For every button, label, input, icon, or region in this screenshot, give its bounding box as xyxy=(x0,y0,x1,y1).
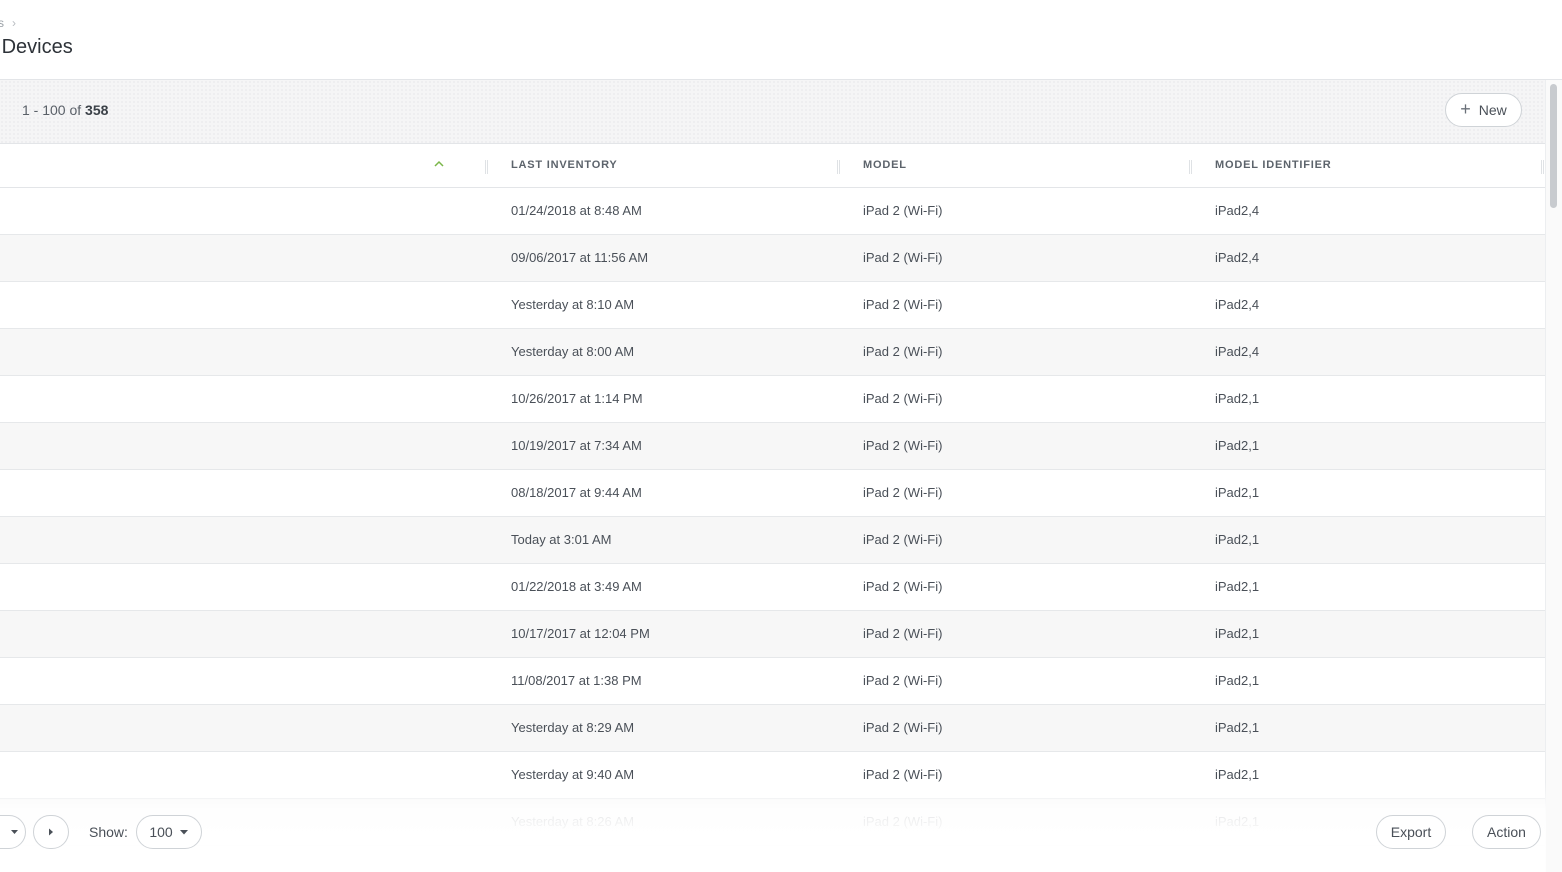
column-header-last-inventory[interactable]: LAST INVENTORY xyxy=(511,144,618,187)
model-identifier-cell: iPad2,1 xyxy=(1215,626,1260,641)
model-identifier-cell: iPad2,1 xyxy=(1215,438,1260,453)
model-identifier-cell: iPad2,1 xyxy=(1215,391,1260,406)
vertical-scrollbar[interactable] xyxy=(1545,80,1562,872)
table-row[interactable]: 10/26/2017 at 1:14 PM iPad 2 (Wi-Fi) iPa… xyxy=(0,376,1546,423)
table-body: 01/24/2018 at 8:48 AM iPad 2 (Wi-Fi) iPa… xyxy=(0,188,1546,846)
breadcrumb-item[interactable]: s xyxy=(0,16,4,30)
table-row[interactable]: 01/24/2018 at 8:48 AM iPad 2 (Wi-Fi) iPa… xyxy=(0,188,1546,235)
last-inventory-cell: Yesterday at 8:29 AM xyxy=(511,720,635,735)
model-cell: iPad 2 (Wi-Fi) xyxy=(863,720,943,735)
model-cell: iPad 2 (Wi-Fi) xyxy=(863,485,943,500)
last-inventory-cell: 09/06/2017 at 11:56 AM xyxy=(511,250,649,265)
caret-down-icon xyxy=(179,830,188,835)
table-header: LAST INVENTORY MODEL MODEL IDENTIFIER xyxy=(0,144,1546,188)
model-cell: iPad 2 (Wi-Fi) xyxy=(863,250,943,265)
scrollbar-thumb[interactable] xyxy=(1550,84,1557,208)
table-row[interactable]: 09/06/2017 at 11:56 AM iPad 2 (Wi-Fi) iP… xyxy=(0,235,1546,282)
column-header-model[interactable]: MODEL xyxy=(863,144,907,187)
column-resize-handle[interactable] xyxy=(485,160,488,174)
model-cell: iPad 2 (Wi-Fi) xyxy=(863,579,943,594)
page-header: s› ile Devices xyxy=(0,0,1562,80)
result-range: 1 - 100 of xyxy=(22,102,86,118)
page-size-value: 100 xyxy=(149,824,173,840)
model-cell: iPad 2 (Wi-Fi) xyxy=(863,297,943,312)
result-count: 1 - 100 of 358 xyxy=(22,102,108,118)
model-cell: iPad 2 (Wi-Fi) xyxy=(863,344,943,359)
show-label: Show: xyxy=(89,824,128,840)
model-identifier-cell: iPad2,1 xyxy=(1215,579,1260,594)
column-resize-handle[interactable] xyxy=(1541,160,1544,174)
model-identifier-cell: iPad2,1 xyxy=(1215,673,1260,688)
table-row[interactable]: Yesterday at 8:00 AM iPad 2 (Wi-Fi) iPad… xyxy=(0,329,1546,376)
table-row[interactable]: 10/19/2017 at 7:34 AM iPad 2 (Wi-Fi) iPa… xyxy=(0,423,1546,470)
last-inventory-cell: 10/17/2017 at 12:04 PM xyxy=(511,626,650,641)
model-identifier-cell: iPad2,1 xyxy=(1215,485,1260,500)
model-cell: iPad 2 (Wi-Fi) xyxy=(863,626,943,641)
model-identifier-cell: iPad2,4 xyxy=(1215,203,1260,218)
list-toolbar: 1 - 100 of 358 + New xyxy=(0,80,1562,144)
new-button[interactable]: + New xyxy=(1445,93,1522,127)
table-row[interactable]: 10/17/2017 at 12:04 PM iPad 2 (Wi-Fi) iP… xyxy=(0,611,1546,658)
pagination-footer: Show: 100 Export Action xyxy=(0,792,1546,872)
model-identifier-cell: iPad2,4 xyxy=(1215,297,1260,312)
chevron-up-icon[interactable] xyxy=(432,157,446,171)
new-button-label: New xyxy=(1478,102,1507,118)
caret-right-icon xyxy=(49,828,53,836)
column-resize-handle[interactable] xyxy=(1189,160,1192,174)
last-inventory-cell: 10/19/2017 at 7:34 AM xyxy=(511,438,642,453)
last-inventory-cell: Yesterday at 8:10 AM xyxy=(511,297,635,312)
model-identifier-cell: iPad2,1 xyxy=(1215,532,1260,547)
model-cell: iPad 2 (Wi-Fi) xyxy=(863,532,943,547)
last-inventory-cell: Today at 3:01 AM xyxy=(511,532,612,547)
last-inventory-cell: 08/18/2017 at 9:44 AM xyxy=(511,485,642,500)
table-row[interactable]: 11/08/2017 at 1:38 PM iPad 2 (Wi-Fi) iPa… xyxy=(0,658,1546,705)
table-row[interactable]: Yesterday at 8:10 AM iPad 2 (Wi-Fi) iPad… xyxy=(0,282,1546,329)
last-inventory-cell: Yesterday at 8:00 AM xyxy=(511,344,635,359)
model-cell: iPad 2 (Wi-Fi) xyxy=(863,203,943,218)
column-resize-handle[interactable] xyxy=(837,160,840,174)
previous-page-button[interactable] xyxy=(0,815,26,849)
last-inventory-cell: 10/26/2017 at 1:14 PM xyxy=(511,391,643,406)
model-cell: iPad 2 (Wi-Fi) xyxy=(863,673,943,688)
model-identifier-cell: iPad2,1 xyxy=(1215,720,1260,735)
model-identifier-cell: iPad2,4 xyxy=(1215,250,1260,265)
table-row[interactable]: 08/18/2017 at 9:44 AM iPad 2 (Wi-Fi) iPa… xyxy=(0,470,1546,517)
table-row[interactable]: Today at 3:01 AM iPad 2 (Wi-Fi) iPad2,1 xyxy=(0,517,1546,564)
next-page-button[interactable] xyxy=(33,815,69,849)
table-row[interactable]: 01/22/2018 at 3:49 AM iPad 2 (Wi-Fi) iPa… xyxy=(0,564,1546,611)
breadcrumb-separator-icon: › xyxy=(12,16,16,30)
last-inventory-cell: 11/08/2017 at 1:38 PM xyxy=(511,673,642,688)
column-header-model-identifier[interactable]: MODEL IDENTIFIER xyxy=(1215,144,1332,187)
model-cell: iPad 2 (Wi-Fi) xyxy=(863,438,943,453)
page: s› ile Devices 1 - 100 of 358 + New LAST… xyxy=(0,0,1562,872)
model-cell: iPad 2 (Wi-Fi) xyxy=(863,391,943,406)
result-total: 358 xyxy=(85,102,109,118)
last-inventory-cell: 01/24/2018 at 8:48 AM xyxy=(511,203,642,218)
action-button[interactable]: Action xyxy=(1472,815,1541,849)
export-button[interactable]: Export xyxy=(1376,815,1446,849)
plus-icon: + xyxy=(1460,99,1471,119)
page-size-select[interactable]: 100 xyxy=(136,815,202,849)
last-inventory-cell: 01/22/2018 at 3:49 AM xyxy=(511,579,642,594)
page-title: ile Devices xyxy=(0,36,73,58)
table-row[interactable]: Yesterday at 8:29 AM iPad 2 (Wi-Fi) iPad… xyxy=(0,705,1546,752)
breadcrumb[interactable]: s › xyxy=(0,16,16,30)
model-identifier-cell: iPad2,4 xyxy=(1215,344,1260,359)
caret-down-icon xyxy=(11,830,18,834)
